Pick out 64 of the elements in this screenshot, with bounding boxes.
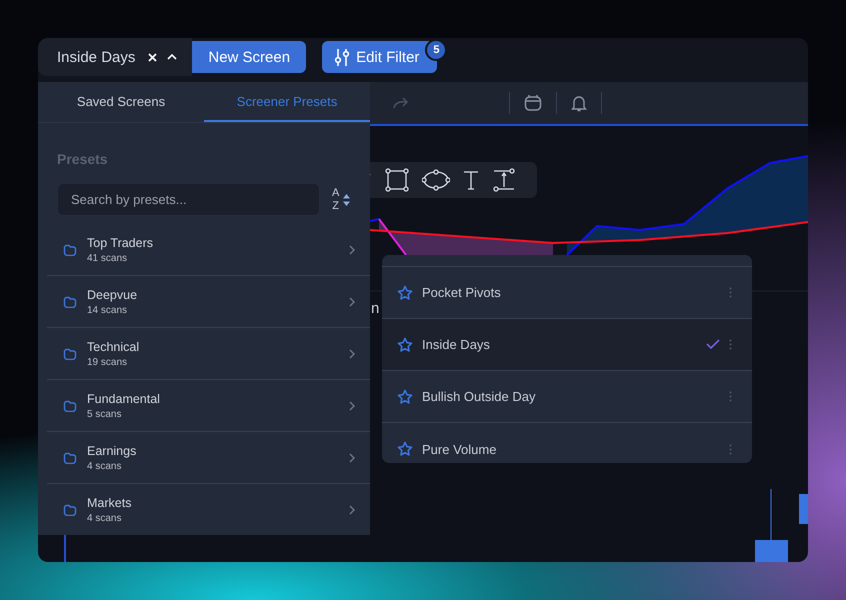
measure-tool-icon[interactable] [492,168,516,192]
folder-item[interactable]: Earnings 4 scans [47,432,370,484]
scan-count: 4 scans [87,512,122,524]
screen-tab[interactable]: Inside Days [38,38,192,76]
scan-count: 41 scans [87,252,128,264]
folder-name: Technical [87,340,140,354]
scan-item[interactable]: Pure Volume [382,422,752,463]
scan-item[interactable]: Bullish Outside Day [382,370,752,422]
redo-icon[interactable] [393,97,409,109]
candle [799,494,808,524]
screen-tab-title: Inside Days [57,48,136,66]
folder-icon [63,296,77,308]
bell-icon[interactable] [571,94,587,112]
check-icon [706,339,720,350]
sliders-icon [334,48,350,66]
folder-icon [63,504,77,516]
chevron-right-icon [349,244,355,254]
rectangle-tool-icon[interactable] [385,168,409,192]
ellipse-tool-icon[interactable] [422,169,450,191]
folder-item[interactable]: Deepvue 14 scans [47,276,370,328]
chevron-icon[interactable] [167,53,178,61]
folder-icon [63,244,77,256]
folder-icon [63,348,77,360]
chevron-right-icon [349,400,355,410]
scan-name: Pocket Pivots [422,285,502,300]
scan-count: 14 scans [87,304,128,316]
text-tool-icon[interactable] [463,170,479,190]
folder-name: Top Traders [87,236,154,250]
chevron-right-icon [349,452,355,462]
star-icon[interactable] [397,336,413,352]
folder-item[interactable]: Fundamental 5 scans [47,380,370,432]
folder-item[interactable]: Markets 4 scans [47,484,370,535]
folder-item[interactable]: Technical 19 scans [47,328,370,380]
search-field[interactable]: Search by presets... [57,183,320,216]
scan-name: Inside Days [422,337,491,352]
scan-count: 5 scans [87,408,122,420]
folder-icon [63,400,77,412]
scan-name: Pure Volume [422,442,498,456]
chevron-right-icon [349,504,355,514]
count-badge: 5 [425,39,448,61]
chart-text: n [371,300,380,317]
more-icon[interactable] [729,339,732,350]
scan-item[interactable]: Inside Days [382,318,752,370]
sort-button[interactable]: A Z [332,186,350,212]
folder-name: Fundamental [87,392,161,406]
folder-name: Markets [87,496,132,510]
star-icon[interactable] [397,388,413,404]
sort-icon [343,194,350,206]
section-heading: Presets [57,151,109,167]
panel-tab[interactable]: Saved Screens [38,82,204,122]
folder-icon [63,452,77,464]
star-icon[interactable] [397,284,413,300]
scan-count: 4 scans [87,460,122,472]
close-icon[interactable] [148,52,158,62]
chevron-right-icon [349,296,355,306]
folder-name: Deepvue [87,288,138,302]
chevron-right-icon [349,348,355,358]
calendar-icon[interactable] [524,94,542,112]
folder-name: Earnings [87,444,138,458]
scan-count: 19 scans [87,356,128,368]
star-icon[interactable] [397,441,413,457]
scan-name: Bullish Outside Day [422,389,536,404]
new-screen-button[interactable]: New Screen [192,41,306,73]
folder-item[interactable]: Top Traders 41 scans [47,224,370,276]
